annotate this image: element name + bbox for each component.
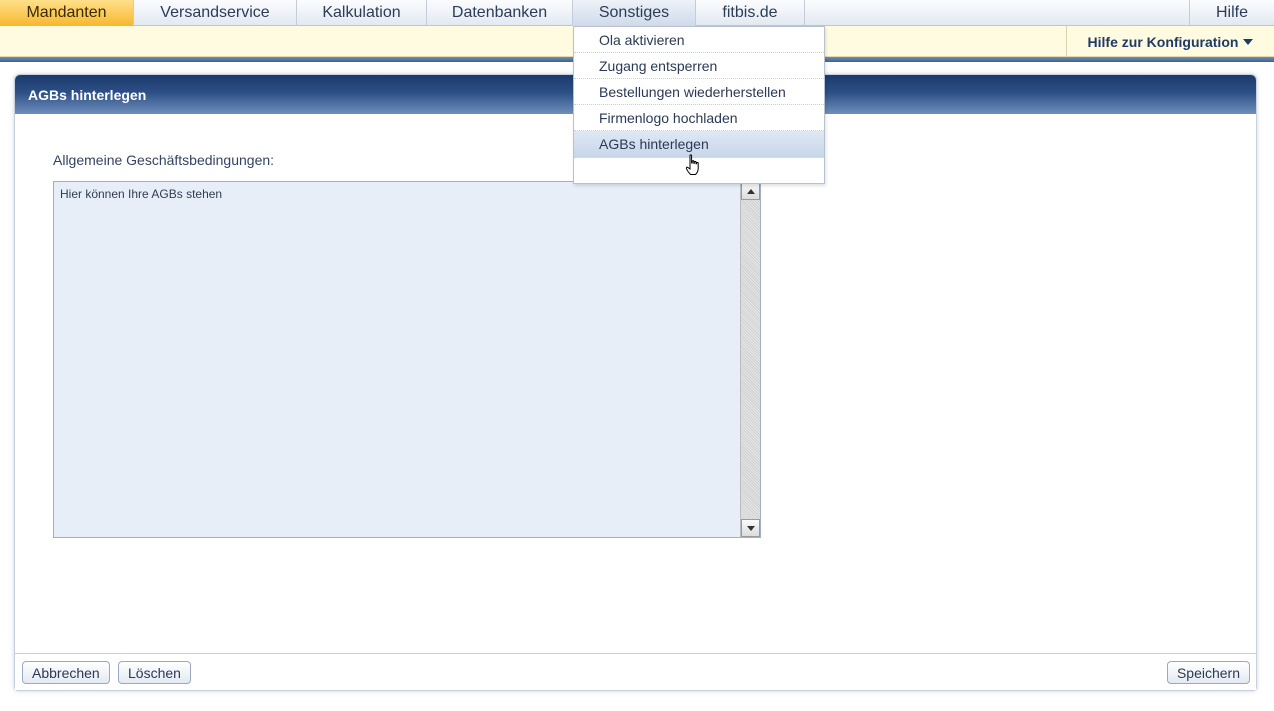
scroll-up-button[interactable] (741, 182, 760, 200)
dropdown-item-firmenlogo-hochladen[interactable]: Firmenlogo hochladen (574, 105, 824, 131)
cancel-button[interactable]: Abbrechen (22, 661, 110, 684)
menu-mandanten[interactable]: Mandanten (0, 0, 134, 26)
delete-button[interactable]: Löschen (118, 661, 191, 684)
hand-pointer-cursor-icon (685, 154, 699, 175)
dropdown-item-ola-aktivieren[interactable]: Ola aktivieren (574, 27, 824, 53)
save-button[interactable]: Speichern (1166, 661, 1250, 684)
agb-field-label: Allgemeine Geschäftsbedingungen: (53, 152, 275, 168)
agb-textarea[interactable]: Hier können Ihre AGBs stehen (54, 182, 740, 537)
main-menu-bar: Mandanten Versandservice Kalkulation Dat… (0, 0, 1274, 26)
agb-textarea-container: Hier können Ihre AGBs stehen (53, 181, 761, 538)
menu-kalkulation[interactable]: Kalkulation (297, 0, 427, 26)
scroll-up-icon (746, 188, 755, 194)
config-help-label: Hilfe zur Konfiguration (1087, 33, 1239, 50)
menu-versandservice[interactable]: Versandservice (134, 0, 297, 26)
menu-fitbis[interactable]: fitbis.de (696, 0, 805, 26)
scroll-down-button[interactable] (741, 519, 760, 537)
scroll-down-icon (746, 525, 755, 531)
caret-down-icon (1243, 38, 1254, 45)
config-help-dropdown[interactable]: Hilfe zur Konfiguration (1066, 26, 1274, 57)
menu-sonstiges[interactable]: Sonstiges (573, 0, 696, 26)
menu-datenbanken[interactable]: Datenbanken (427, 0, 573, 26)
textarea-scrollbar[interactable] (740, 182, 760, 537)
panel-footer: Abbrechen Löschen Speichern (15, 653, 1256, 690)
menu-hilfe[interactable]: Hilfe (1189, 0, 1274, 26)
dropdown-item-zugang-entsperren[interactable]: Zugang entsperren (574, 53, 824, 79)
dropdown-item-bestellungen-wiederherstellen[interactable]: Bestellungen wiederherstellen (574, 79, 824, 105)
